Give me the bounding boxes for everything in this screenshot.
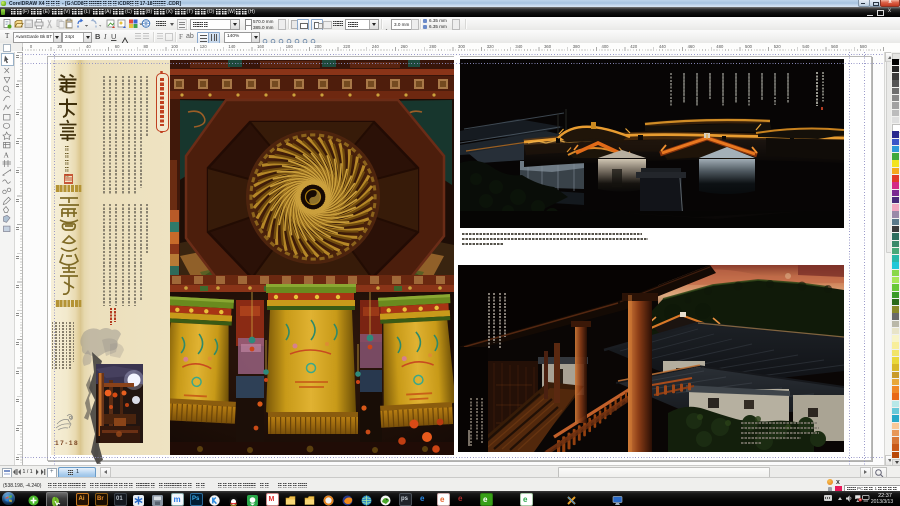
svg-text:A: A: [4, 151, 10, 160]
